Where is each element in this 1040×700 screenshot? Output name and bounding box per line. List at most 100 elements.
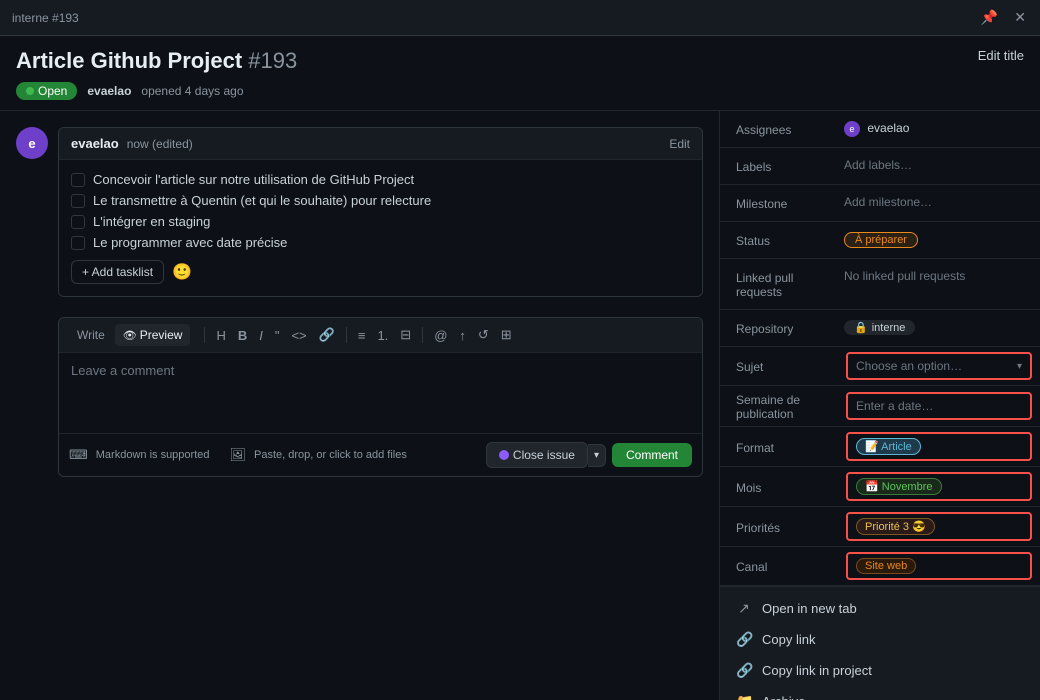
task-item: L'intégrer en staging <box>71 214 690 229</box>
toolbar-mention[interactable]: @ <box>429 325 452 346</box>
comment-header: evaelao now (edited) Edit <box>59 128 702 160</box>
toolbar-link[interactable]: 🔗 <box>314 324 340 346</box>
toolbar-tasklist[interactable]: ⊟ <box>395 324 416 346</box>
status-pill[interactable]: À préparer <box>844 232 918 248</box>
sujet-field[interactable]: Choose an option… ▾ <box>846 352 1032 380</box>
toolbar-italic[interactable]: I <box>254 325 268 346</box>
toolbar-separator <box>204 327 205 343</box>
task-checkbox-2[interactable] <box>71 194 85 208</box>
editor-wrapper: Write 👁 Preview H B I " <box>58 313 703 477</box>
copy-link-icon: 🔗 <box>736 631 752 648</box>
archive-label: Archive <box>762 694 805 700</box>
linked-prs-value: No linked pull requests <box>844 269 1024 283</box>
sidebar-linked-prs: Linked pullrequests No linked pull reque… <box>720 259 1040 310</box>
comment-time: now (edited) <box>127 137 193 151</box>
sujet-value: Choose an option… <box>856 359 962 373</box>
pin-button[interactable]: 📌 <box>979 7 1000 28</box>
milestone-label: Milestone <box>736 195 836 211</box>
canal-tag: Site web <box>856 558 916 574</box>
semaine-field[interactable]: Enter a date… <box>846 392 1032 420</box>
toolbar-fullscreen[interactable]: ⊞ <box>496 324 517 346</box>
edit-comment-button[interactable]: Edit <box>669 137 690 151</box>
toolbar-reference[interactable]: ↑ <box>454 325 471 346</box>
task-text-3: L'intégrer en staging <box>93 214 210 229</box>
priorites-row: Priorités Priorité 3 😎 <box>720 507 1040 547</box>
toolbar-unordered-list[interactable]: ≡ <box>353 325 371 346</box>
emoji-button[interactable]: 🙂 <box>172 262 192 282</box>
preview-tab[interactable]: 👁 Preview <box>115 324 191 346</box>
format-tag: 📝 Article <box>856 438 921 455</box>
open-new-tab-icon: ↗ <box>736 600 752 617</box>
title-bar-icons: 📌 ✕ <box>979 7 1028 28</box>
labels-label: Labels <box>736 158 836 174</box>
sidebar-labels[interactable]: Labels Add labels… <box>720 148 1040 185</box>
toolbar-bold[interactable]: B <box>233 325 252 346</box>
format-row: Format 📝 Article <box>720 427 1040 467</box>
copy-link-project-label: Copy link in project <box>762 663 872 678</box>
sidebar-right: Assignees e evaelao Labels Add labels… M… <box>720 111 1040 700</box>
semaine-label: Semaine depublication <box>736 391 846 421</box>
open-new-tab-label: Open in new tab <box>762 601 857 616</box>
issue-title: Article Github Project #193 <box>16 48 297 74</box>
toolbar-undo[interactable]: ↺ <box>473 324 494 346</box>
sidebar-dropdown-menu: ↗ Open in new tab 🔗 Copy link 🔗 Copy lin… <box>720 586 1040 700</box>
assignees-value: e evaelao <box>844 121 1024 137</box>
sidebar-assignees: Assignees e evaelao <box>720 111 1040 148</box>
main-layout: e evaelao now (edited) Edit Concevoir l'… <box>0 111 1040 700</box>
labels-value: Add labels… <box>844 158 1024 172</box>
copy-link-label: Copy link <box>762 632 815 647</box>
priorites-field[interactable]: Priorité 3 😎 <box>846 512 1032 541</box>
task-item: Le transmettre à Quentin (et qui le souh… <box>71 193 690 208</box>
toolbar-heading[interactable]: H <box>211 325 230 346</box>
editor-footer-right: Close issue ▾ Comment <box>486 442 692 468</box>
close-issue-button[interactable]: Close issue <box>486 442 588 468</box>
open-new-tab-item[interactable]: ↗ Open in new tab <box>720 593 1040 624</box>
format-field[interactable]: 📝 Article <box>846 432 1032 461</box>
repository-value: 🔒 interne <box>844 320 1024 335</box>
semaine-value: Enter a date… <box>856 399 933 413</box>
copy-link-item[interactable]: 🔗 Copy link <box>720 624 1040 655</box>
toolbar-quote[interactable]: " <box>270 325 285 346</box>
close-issue-group: Close issue ▾ <box>486 442 606 468</box>
copy-link-project-icon: 🔗 <box>736 662 752 679</box>
sujet-arrow-icon: ▾ <box>1017 361 1022 372</box>
archive-item[interactable]: 📁 Archive <box>720 686 1040 700</box>
canal-field[interactable]: Site web <box>846 552 1032 580</box>
mois-field[interactable]: 📅 Novembre <box>846 472 1032 501</box>
repository-label: Repository <box>736 320 836 336</box>
editor-tabs: Write 👁 Preview <box>69 324 190 346</box>
issue-author: evaelao <box>87 84 131 98</box>
semaine-row: Semaine depublication Enter a date… <box>720 386 1040 427</box>
task-checkbox-4[interactable] <box>71 236 85 250</box>
canal-label: Canal <box>736 558 846 574</box>
copy-link-project-item[interactable]: 🔗 Copy link in project <box>720 655 1040 686</box>
comment-button[interactable]: Comment <box>612 443 692 467</box>
editor-footer: ⌨ Markdown is supported 🖼 Paste, drop, o… <box>59 433 702 476</box>
editor-textarea[interactable]: Leave a comment <box>59 353 702 433</box>
toolbar-separator-3 <box>422 327 423 343</box>
close-window-button[interactable]: ✕ <box>1012 7 1028 28</box>
mois-label: Mois <box>736 479 846 495</box>
comment-editor-area: Write 👁 Preview H B I " <box>16 313 703 477</box>
task-text-1: Concevoir l'article sur notre utilisatio… <box>93 172 414 187</box>
priorites-tag: Priorité 3 😎 <box>856 518 935 535</box>
toolbar-code[interactable]: <> <box>286 325 311 346</box>
task-item: Concevoir l'article sur notre utilisatio… <box>71 172 690 187</box>
toolbar-ordered-list[interactable]: 1. <box>372 325 393 346</box>
sidebar-milestone[interactable]: Milestone Add milestone… <box>720 185 1040 222</box>
linked-prs-label: Linked pullrequests <box>736 269 836 299</box>
close-issue-dropdown-button[interactable]: ▾ <box>588 444 606 467</box>
write-tab[interactable]: Write <box>69 324 113 346</box>
add-tasklist-button[interactable]: + Add tasklist <box>71 260 164 284</box>
format-label: Format <box>736 439 846 455</box>
mois-tag: 📅 Novembre <box>856 478 942 495</box>
task-checkbox-1[interactable] <box>71 173 85 187</box>
task-item: Le programmer avec date précise <box>71 235 690 250</box>
task-text-2: Le transmettre à Quentin (et qui le souh… <box>93 193 431 208</box>
milestone-value: Add milestone… <box>844 195 1024 209</box>
edit-title-button[interactable]: Edit title <box>978 48 1024 63</box>
comment-block: e evaelao now (edited) Edit Concevoir l'… <box>16 127 703 297</box>
avatar: e <box>16 127 48 159</box>
task-checkbox-3[interactable] <box>71 215 85 229</box>
open-status-badge: Open <box>16 82 77 100</box>
